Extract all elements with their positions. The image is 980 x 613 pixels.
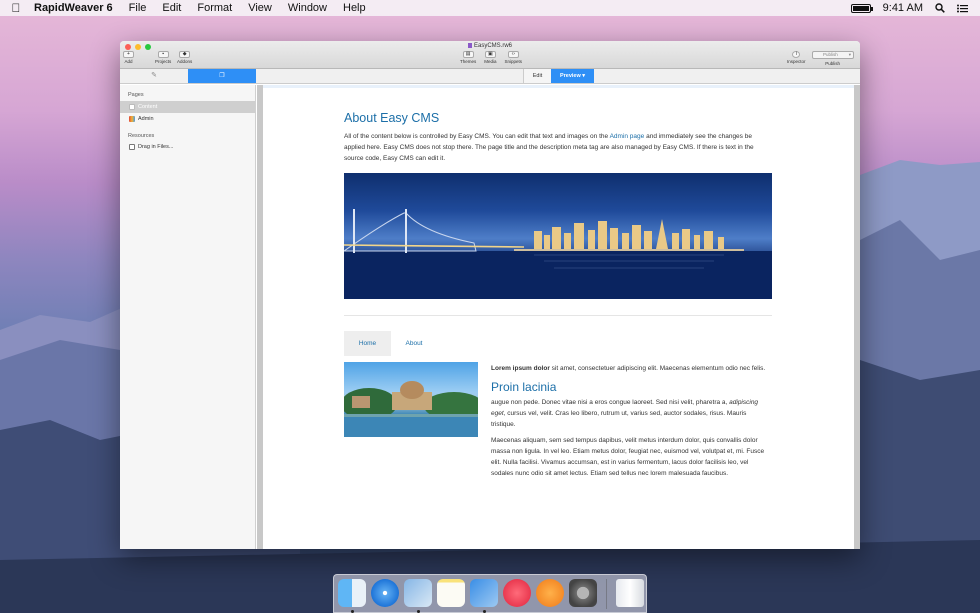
media-button[interactable]: ▣ Media bbox=[484, 51, 497, 64]
addons-button[interactable]: ◆ Addons bbox=[177, 51, 192, 64]
media-icon: ▣ bbox=[484, 51, 496, 58]
title-bar: EasyCMS.rw6 + Add ▪ Projects ◆ Addons ▤ … bbox=[120, 41, 860, 69]
menu-app-name[interactable]: RapidWeaver 6 bbox=[32, 2, 121, 14]
scroll-gutter[interactable] bbox=[854, 85, 860, 549]
ibooks-icon[interactable] bbox=[536, 579, 564, 607]
inspector-button[interactable]: i Inspector bbox=[787, 51, 806, 64]
tab-settings[interactable]: ✎ bbox=[120, 69, 188, 83]
themes-button[interactable]: ▤ Themes bbox=[460, 51, 476, 64]
pages-header: Pages bbox=[128, 92, 144, 98]
safari-icon[interactable] bbox=[371, 579, 399, 607]
menu-window[interactable]: Window bbox=[280, 2, 335, 14]
pages-icon: ❐ bbox=[219, 73, 225, 79]
paragraph-2: Maecenas aliquam, sem sed tempus dapibus… bbox=[491, 437, 765, 477]
admin-page-link[interactable]: Admin page bbox=[610, 133, 645, 140]
wrench-icon: ✎ bbox=[151, 72, 157, 79]
app-window: EasyCMS.rw6 + Add ▪ Projects ◆ Addons ▤ … bbox=[120, 41, 860, 549]
menu-bar:  RapidWeaver 6 File Edit Format View Wi… bbox=[0, 0, 980, 16]
resources-header: Resources bbox=[128, 133, 155, 139]
snippets-icon: ‹› bbox=[507, 51, 519, 58]
add-button[interactable]: + Add bbox=[123, 51, 134, 64]
library-segmented-control: ▤ Themes ▣ Media ‹› Snippets bbox=[460, 51, 522, 64]
page-title: About Easy CMS bbox=[344, 111, 440, 125]
tab-pages[interactable]: ❐ bbox=[188, 69, 256, 83]
file-icon bbox=[129, 144, 135, 150]
menu-edit[interactable]: Edit bbox=[154, 2, 189, 14]
hero-image bbox=[344, 173, 772, 299]
info-icon: i bbox=[792, 51, 801, 58]
publish-label: Publish bbox=[825, 61, 840, 66]
projects-button[interactable]: ▪ Projects bbox=[155, 51, 171, 64]
plus-icon: + bbox=[123, 51, 134, 58]
menu-file[interactable]: File bbox=[121, 2, 155, 14]
battery-icon[interactable] bbox=[850, 3, 873, 13]
palace-image bbox=[344, 362, 478, 437]
nav-about[interactable]: About bbox=[391, 331, 437, 356]
site-nav: Home About bbox=[344, 331, 437, 356]
tab-preview[interactable]: Preview ▾ bbox=[551, 69, 594, 83]
sidebar-item-drag-files[interactable]: Drag in Files... bbox=[120, 141, 255, 153]
spotlight-search-icon[interactable] bbox=[935, 3, 945, 13]
article-column: Lorem ipsum dolor sit amet, consectetuer… bbox=[491, 363, 772, 484]
finder-icon[interactable] bbox=[338, 579, 366, 607]
plugin-icon bbox=[129, 116, 135, 122]
chevron-down-icon: ▾ bbox=[582, 73, 586, 79]
menu-view[interactable]: View bbox=[240, 2, 280, 14]
page-icon bbox=[129, 104, 135, 110]
notification-center-icon[interactable] bbox=[957, 4, 968, 13]
apple-icon[interactable]:  bbox=[0, 1, 32, 15]
preview-pane: About Easy CMS All of the content below … bbox=[263, 85, 854, 549]
divider-line bbox=[344, 315, 772, 316]
snippets-button[interactable]: ‹› Snippets bbox=[505, 51, 522, 64]
notes-icon[interactable] bbox=[437, 579, 465, 607]
document-icon bbox=[467, 43, 472, 48]
addons-icon: ◆ bbox=[179, 51, 191, 58]
section-heading: Proin lacinia bbox=[491, 380, 557, 394]
window-title: EasyCMS.rw6 bbox=[120, 43, 860, 49]
lorem-paragraph: Lorem ipsum dolor sit amet, consectetuer… bbox=[491, 365, 766, 372]
dock-separator bbox=[606, 579, 607, 609]
projects-icon: ▪ bbox=[157, 51, 169, 58]
publish-dropdown[interactable]: Publish ▾ bbox=[812, 51, 854, 59]
intro-text: All of the content below is controlled b… bbox=[344, 133, 754, 162]
paragraph-1: augue non pede. Donec vitae nisi a eros … bbox=[491, 399, 759, 428]
menu-format[interactable]: Format bbox=[189, 2, 240, 14]
sidebar-item-admin[interactable]: Admin bbox=[120, 113, 255, 125]
themes-icon: ▤ bbox=[462, 51, 474, 58]
system-preferences-icon[interactable] bbox=[569, 579, 597, 607]
itunes-icon[interactable] bbox=[503, 579, 531, 607]
sidebar-item-content[interactable]: Content bbox=[120, 101, 255, 113]
rapidweaver-icon[interactable] bbox=[404, 579, 432, 607]
mode-bar: ✎ ❐ Edit Preview ▾ bbox=[120, 69, 860, 84]
tab-edit[interactable]: Edit bbox=[523, 69, 551, 83]
menu-help[interactable]: Help bbox=[335, 2, 374, 14]
chevron-down-icon: ▾ bbox=[848, 52, 851, 57]
nav-home[interactable]: Home bbox=[344, 331, 391, 356]
sidebar: Pages Content Admin Resources Drag in Fi… bbox=[120, 85, 256, 549]
stacks-icon[interactable] bbox=[470, 579, 498, 607]
trash-icon[interactable] bbox=[616, 579, 644, 607]
menu-clock[interactable]: 9:41 AM bbox=[883, 2, 923, 14]
dock bbox=[333, 574, 647, 613]
